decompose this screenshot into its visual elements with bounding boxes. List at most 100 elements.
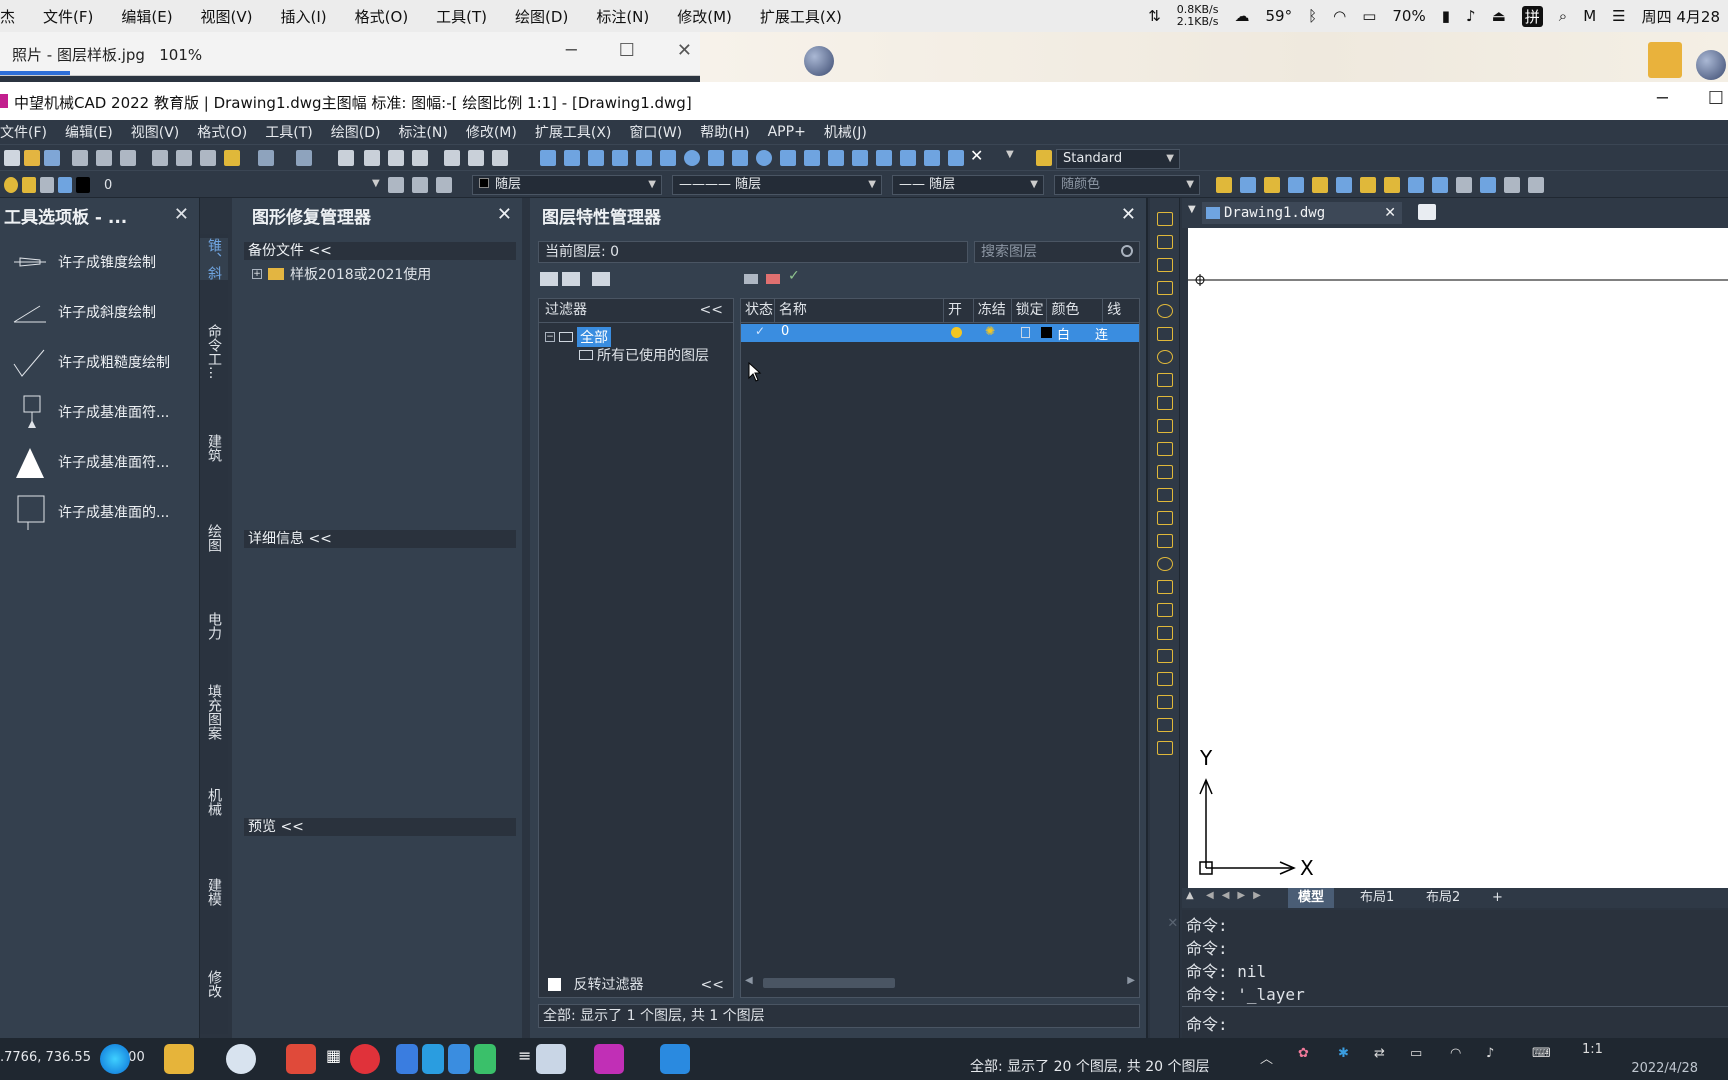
col-linetype[interactable]: 线 xyxy=(1103,299,1139,322)
tab-layout1[interactable]: 布局1 xyxy=(1350,888,1404,908)
collapse-filter-icon[interactable]: << xyxy=(700,299,723,322)
scrollbar-thumb[interactable] xyxy=(763,978,895,988)
close-icon[interactable]: ✕ xyxy=(677,40,692,61)
collapse-filter-icon[interactable]: << xyxy=(701,973,724,997)
app-icon[interactable] xyxy=(422,1044,444,1074)
mech-tool-14-icon[interactable] xyxy=(1528,177,1544,193)
revision-cloud-icon[interactable] xyxy=(708,150,724,166)
tab-menu-icon[interactable]: ▼ xyxy=(1188,204,1196,215)
dim-update-icon[interactable] xyxy=(1157,672,1173,686)
layer-select-value[interactable]: 0 xyxy=(104,178,112,193)
baseline-dim-icon[interactable] xyxy=(1157,419,1173,433)
tab-architecture[interactable]: 建筑 xyxy=(200,434,228,462)
menu-tools[interactable]: 工具(T) xyxy=(256,122,321,142)
scroll-left-icon[interactable]: ◀ xyxy=(745,975,753,986)
arc-icon[interactable] xyxy=(660,150,676,166)
radius-dim-icon[interactable] xyxy=(1157,304,1173,318)
line-icon[interactable] xyxy=(540,150,556,166)
dim-style-icon[interactable] xyxy=(1157,695,1173,709)
col-on[interactable]: 开 xyxy=(944,299,974,322)
tab-hatch[interactable]: 填充图案 xyxy=(200,684,228,740)
mech-tool-4-icon[interactable] xyxy=(1288,177,1304,193)
make-block-icon[interactable] xyxy=(828,150,844,166)
tool-taper[interactable]: 许子成锥度绘制 xyxy=(10,242,190,282)
print-icon[interactable] xyxy=(72,150,88,166)
menu-modify[interactable]: 修改(M) xyxy=(457,122,526,142)
layer-name[interactable]: 0 xyxy=(781,324,789,339)
photos-icon[interactable] xyxy=(660,1044,690,1074)
control-center-icon[interactable]: ☰ xyxy=(1612,7,1625,25)
expand-icon[interactable]: + xyxy=(252,269,262,279)
app-icon[interactable] xyxy=(448,1044,470,1074)
mech-tool-13-icon[interactable] xyxy=(1504,177,1520,193)
search-layer-input[interactable]: 搜索图层 xyxy=(974,241,1140,263)
match-properties-icon[interactable] xyxy=(224,150,240,166)
file-explorer-icon[interactable] xyxy=(164,1044,194,1074)
polyline-icon[interactable] xyxy=(588,150,604,166)
mac-menu-draw[interactable]: 绘图(D) xyxy=(501,6,582,27)
menu-edit[interactable]: 编辑(E) xyxy=(56,122,122,142)
tool-datum-3[interactable]: 许子成基准面的... xyxy=(10,492,190,532)
plot-icon[interactable] xyxy=(120,150,136,166)
search-icon[interactable] xyxy=(1121,245,1133,257)
app-m-icon[interactable]: M xyxy=(1583,7,1596,25)
cut-icon[interactable] xyxy=(152,150,168,166)
invert-filter-checkbox[interactable] xyxy=(548,978,561,991)
linear-dim-icon[interactable] xyxy=(1157,212,1173,226)
col-status[interactable]: 状态 xyxy=(741,299,775,322)
undo-icon[interactable] xyxy=(258,150,274,166)
netease-music-icon[interactable] xyxy=(350,1044,380,1074)
preview-icon[interactable] xyxy=(96,150,112,166)
col-color[interactable]: 颜色 xyxy=(1047,299,1104,322)
document-tab[interactable]: Drawing1.dwg ✕ xyxy=(1202,202,1402,224)
tray-settings-icon[interactable]: ⇄ xyxy=(1374,1046,1385,1061)
maximize-icon[interactable]: ☐ xyxy=(1708,88,1724,109)
col-name[interactable]: 名称 xyxy=(775,299,944,322)
layer-plot-icon[interactable] xyxy=(58,177,72,193)
menu-app-plus[interactable]: APP+ xyxy=(759,124,815,140)
minimize-icon[interactable]: ─ xyxy=(1657,88,1668,109)
filter-used-node[interactable]: 所有已使用的图层 xyxy=(579,345,709,365)
quick-dim-icon[interactable] xyxy=(1157,396,1173,410)
chevron-down-icon[interactable]: ▼ xyxy=(1006,149,1014,160)
close-icon[interactable]: ✕ xyxy=(1121,204,1136,225)
filter-all-node[interactable]: − 全部 xyxy=(545,327,611,347)
sync-icon[interactable]: ⇅ xyxy=(1148,7,1161,25)
close-icon[interactable]: ✕ xyxy=(174,204,189,225)
zoom-window-icon[interactable] xyxy=(388,150,404,166)
close-command-icon[interactable]: ✕ xyxy=(1168,912,1178,931)
menu-extend-tools[interactable]: 扩展工具(X) xyxy=(526,122,621,142)
set-current-icon[interactable]: ✓ xyxy=(788,268,800,284)
mech-tool-8-icon[interactable] xyxy=(1384,177,1400,193)
app-icon[interactable] xyxy=(226,1044,256,1074)
save-icon[interactable] xyxy=(44,150,60,166)
ordinate-dim-icon[interactable] xyxy=(1157,281,1173,295)
tab-modify[interactable]: 修改 xyxy=(200,970,228,998)
mech-tool-12-icon[interactable] xyxy=(1480,177,1496,193)
tabs-up-icon[interactable]: ▲ xyxy=(1186,890,1194,901)
mac-menu-dimension[interactable]: 标注(N) xyxy=(582,6,663,27)
zoom-previous-icon[interactable] xyxy=(412,150,428,166)
tab-layout2[interactable]: 布局2 xyxy=(1416,888,1470,908)
layer-dropdown-chevron-icon[interactable]: ▼ xyxy=(372,178,380,189)
bluetooth-icon[interactable]: ᛒ xyxy=(1308,7,1317,25)
mech-tool-1-icon[interactable] xyxy=(1216,177,1232,193)
mech-tool-3-icon[interactable] xyxy=(1264,177,1280,193)
volume-icon[interactable]: ♪ xyxy=(1466,7,1476,25)
menu-dimension[interactable]: 标注(N) xyxy=(389,122,456,142)
mech-tool-10-icon[interactable] xyxy=(1432,177,1448,193)
tray-battery-icon[interactable]: ▭ xyxy=(1410,1046,1422,1061)
tool-slope[interactable]: 许子成斜度绘制 xyxy=(10,292,190,332)
tab-electrical[interactable]: 电力 xyxy=(200,612,228,640)
paste-icon[interactable] xyxy=(200,150,216,166)
tool-datum-1[interactable]: 许子成基准面符... xyxy=(10,392,190,432)
ellipse-icon[interactable] xyxy=(756,150,772,166)
region-icon[interactable] xyxy=(900,150,916,166)
new-property-filter-icon[interactable] xyxy=(540,272,558,286)
menu-mechanical[interactable]: 机械(J) xyxy=(815,122,876,142)
center-mark-icon[interactable] xyxy=(1157,557,1173,571)
menu-help[interactable]: 帮助(H) xyxy=(691,122,758,142)
mac-menu-modify[interactable]: 修改(M) xyxy=(663,6,746,27)
mac-menu-format[interactable]: 格式(O) xyxy=(341,6,423,27)
wifi-icon[interactable]: ◠ xyxy=(1333,7,1346,25)
